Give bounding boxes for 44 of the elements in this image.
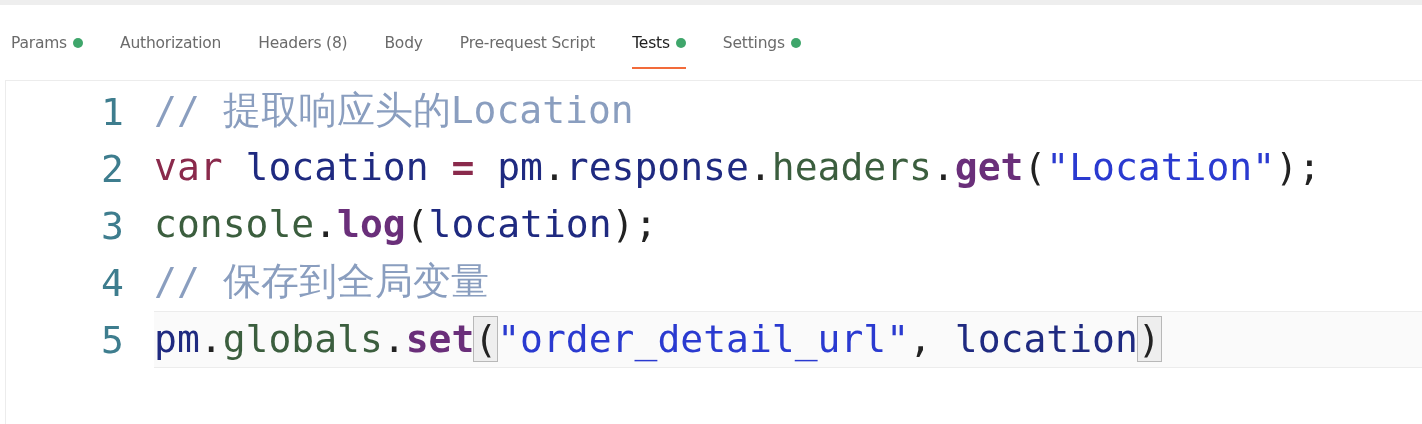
line-number: 5 (100, 317, 125, 362)
tab[interactable]: Body (384, 5, 423, 80)
line-number: 2 (100, 146, 125, 191)
code-property: globals (222, 317, 383, 361)
code-string: "order_detail_url" (497, 317, 910, 361)
code-identifier: pm (154, 317, 200, 361)
code-identifier: response (565, 145, 749, 189)
code-string: "Location" (1046, 145, 1276, 189)
code-punctuation: . (199, 317, 223, 361)
code-punctuation: . (748, 145, 772, 189)
tab[interactable]: Settings (722, 5, 801, 80)
code-identifier: location (953, 317, 1138, 361)
code-identifier: location (244, 145, 429, 189)
code-punctuation: ( (405, 202, 429, 246)
code-identifier: location (428, 202, 612, 246)
tab[interactable]: Tests (632, 5, 686, 80)
code-punctuation: . (542, 145, 566, 189)
code-punctuation: . (382, 317, 406, 361)
code-punctuation: , (909, 317, 932, 361)
matched-bracket: ) (1137, 317, 1161, 361)
code-method: log (337, 202, 406, 246)
line-number: 1 (100, 89, 125, 134)
matched-bracket: ( (474, 317, 498, 361)
code-editor[interactable]: 1 // 提取响应头的Location 2 var location = pm.response.headers.get("Location"); 3 console.log(location); 4 // 保存到全局变量 5 pm.globals.set("order_detail_url", location) (5, 80, 1422, 424)
code-punctuation: . (931, 145, 955, 189)
line-number: 4 (100, 260, 125, 305)
code-punctuation: ( (1023, 145, 1047, 189)
line-number: 3 (100, 203, 125, 248)
code-property: console (154, 202, 315, 246)
code-punctuation: ); (611, 202, 658, 246)
code-operator: = (450, 145, 475, 189)
code-punctuation: ); (1275, 145, 1321, 189)
tab[interactable]: Headers (8) (258, 5, 348, 80)
code-keyword: var (154, 145, 223, 189)
code-method: set (405, 317, 475, 361)
tab[interactable]: Authorization (120, 5, 222, 80)
code-property: headers (771, 145, 932, 189)
code-comment: // 提取响应头的Location (154, 88, 634, 132)
code-punctuation: . (314, 202, 338, 246)
tab[interactable]: Pre-request Script (459, 5, 596, 80)
code-method: get (954, 145, 1024, 189)
code-comment: // 保存到全局变量 (154, 259, 489, 303)
code-identifier: pm (496, 145, 543, 189)
tab[interactable]: Params (11, 5, 83, 80)
